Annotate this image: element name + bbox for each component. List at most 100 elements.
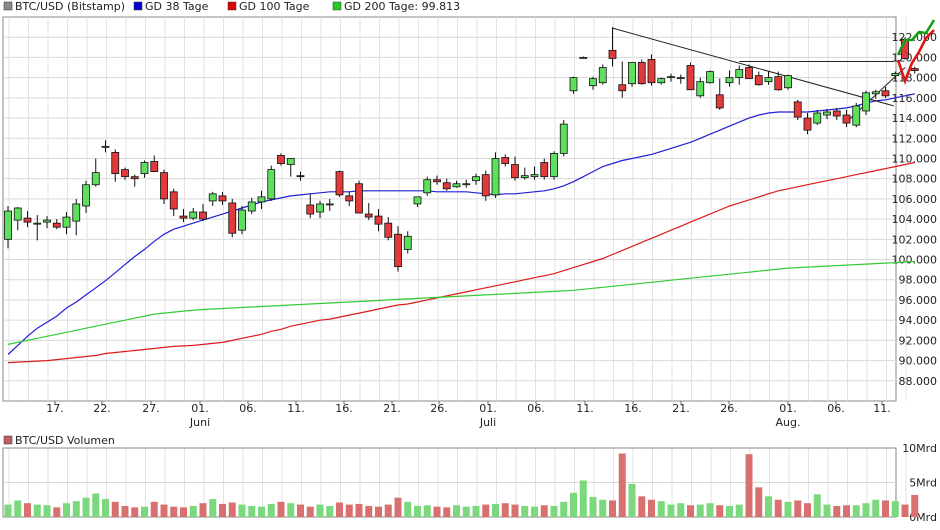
volume-bar xyxy=(813,494,821,517)
volume-bar xyxy=(696,504,704,517)
candle-body xyxy=(23,217,32,223)
volume-bar xyxy=(589,496,597,517)
y-tick-label: 92.000 xyxy=(899,334,938,347)
y-tick-label: 112.000 xyxy=(892,132,938,145)
candle-body xyxy=(608,49,617,59)
x-tick-label: 22. xyxy=(93,402,111,415)
candle-body xyxy=(374,215,383,225)
candle-body xyxy=(325,203,334,206)
volume-bar xyxy=(433,506,441,517)
volume-bar xyxy=(726,505,733,517)
candle-body xyxy=(511,164,519,179)
candle-body xyxy=(91,172,100,186)
y-tick-label: 108.000 xyxy=(892,173,938,186)
volume-bar xyxy=(687,505,694,517)
y-tick-label: 94.000 xyxy=(899,314,938,327)
candle xyxy=(793,99,802,121)
candle-body xyxy=(462,183,471,186)
chart-container: BTC/USD (Bitstamp) GD 38 Tage GD 100 Tage G… xyxy=(0,0,940,526)
candle-body xyxy=(33,222,42,225)
x-tick-label: 11. xyxy=(287,402,305,415)
candle-body xyxy=(706,71,714,84)
candle-body xyxy=(423,179,432,194)
x-tick-label: 01. xyxy=(191,402,209,415)
volume-bar xyxy=(423,505,431,517)
candle-body xyxy=(384,222,393,238)
volume-bar xyxy=(716,505,724,517)
candle-body xyxy=(218,195,227,202)
volume-bar xyxy=(24,503,31,517)
candle-body xyxy=(150,161,159,173)
x-tick-label: 01. xyxy=(779,402,797,415)
candle-body xyxy=(442,182,451,190)
volume-bar xyxy=(833,505,841,517)
candle-body xyxy=(247,201,256,212)
y-tick-label: 104.000 xyxy=(892,213,938,226)
candle xyxy=(706,70,714,84)
volume-bar xyxy=(843,505,850,517)
volume-bar xyxy=(414,505,421,517)
volume-bar xyxy=(550,505,558,517)
candle-body xyxy=(306,204,315,215)
candle-body xyxy=(813,112,822,124)
volume-bar xyxy=(862,503,870,517)
volume-bar xyxy=(638,496,646,517)
volume-bar xyxy=(667,504,675,517)
candle-body xyxy=(725,77,734,84)
volume-bar xyxy=(111,501,119,517)
candle-body xyxy=(228,202,237,234)
volume-bar xyxy=(794,500,802,517)
candle xyxy=(598,64,607,85)
candle-body xyxy=(277,155,285,164)
candle-body xyxy=(774,76,783,91)
candle-body xyxy=(433,179,441,183)
volume-legend-swatch xyxy=(3,435,13,445)
legend-label: GD 100 Tage xyxy=(239,0,310,13)
candle-body xyxy=(910,68,919,71)
y-tick-label: 96.000 xyxy=(899,294,938,307)
x-tick-label: 01. xyxy=(479,402,497,415)
y-tick-label: 98.000 xyxy=(899,274,938,287)
candle-body xyxy=(169,191,178,210)
candle-body xyxy=(364,213,373,218)
candle-body xyxy=(140,162,149,175)
volume-bar xyxy=(287,503,295,517)
candle-body xyxy=(715,94,724,109)
candle xyxy=(628,62,636,87)
volume-bar xyxy=(72,501,80,517)
candle-body xyxy=(647,59,656,84)
volume-bar xyxy=(882,500,889,517)
x-tick-label: 26. xyxy=(720,402,738,415)
candle xyxy=(238,205,246,235)
candle-body xyxy=(637,62,646,85)
candle-body xyxy=(628,62,636,85)
volume-bar xyxy=(238,504,246,517)
candle-body xyxy=(394,233,402,267)
candle-body xyxy=(862,92,870,112)
volume-bar xyxy=(141,506,148,517)
candle-body xyxy=(316,203,324,213)
volume-bar xyxy=(628,483,636,517)
volume-bar xyxy=(891,501,899,517)
candle-body xyxy=(745,67,753,80)
legend-label: GD 38 Tage xyxy=(145,0,209,13)
volume-bar xyxy=(394,497,402,517)
x-tick-label: 17. xyxy=(46,402,64,415)
volume-bar xyxy=(160,504,168,517)
volume-bar xyxy=(375,506,382,517)
volume-bar xyxy=(82,497,90,517)
candle-body xyxy=(491,158,500,196)
candle-body xyxy=(472,176,480,182)
candle xyxy=(277,153,285,166)
volume-bar xyxy=(258,506,265,517)
candle-body xyxy=(82,184,90,207)
candle-body xyxy=(4,210,12,240)
volume-bar xyxy=(618,453,626,517)
candle-body xyxy=(735,69,744,79)
candle-body xyxy=(676,77,685,80)
x-tick-label: 06. xyxy=(827,402,845,415)
vol-y-tick-label: 10Mrd xyxy=(902,442,937,455)
volume-bar xyxy=(189,505,197,517)
price-plot-area xyxy=(2,16,897,402)
candle-body xyxy=(257,196,266,203)
